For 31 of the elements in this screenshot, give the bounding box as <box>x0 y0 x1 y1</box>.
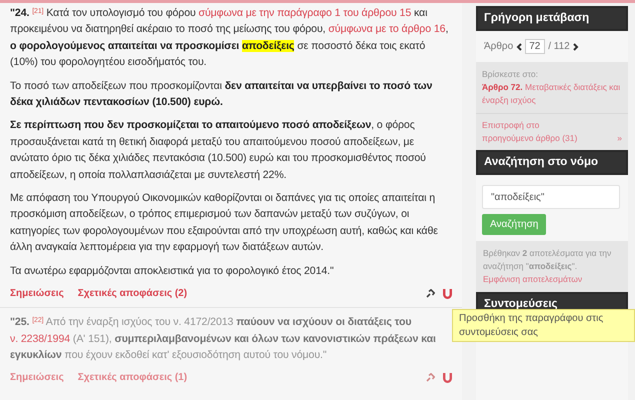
article-paragraph: "24. $^{[21]}$ Κατά τον υπολογισμό του φόρου σύμφωνα με την παράγραφο 1 του άρθρου 15 και προκειμένου να διατηρηθεί ακέραιο το ποσό της μείωσης του φόρου, σύμφωνα με το άρθρο 16, ο φορολογούμενος απαιτείται να προσκομίσει αποδείξεις σε ποσοστό δέκα τοις εκατό (10%) του φορολογητέου εισοδήματός του. <box>10 6 450 70</box>
tooltip: Προσθήκη της παραγράφου στις συντομεύσεις σας <box>452 309 635 342</box>
location-label: Βρίσκεστε στο: <box>482 68 540 81</box>
action-link[interactable]: Σημειώσεις <box>10 286 64 302</box>
footnote-link[interactable]: [21] <box>32 8 44 14</box>
law-link[interactable]: σύμφωνα με το άρθρο 16 <box>328 23 446 36</box>
section-header: Γρήγορη μετάβαση <box>476 6 628 31</box>
current-article-link[interactable]: Άρθρο 72. Μεταβατικές διατάξεις και έναρξη ισχύος <box>482 81 622 107</box>
article-paragraph: Σε περίπτωση που δεν προσκομίζεται το απαιτούμενο ποσό αποδείξεων, ο φόρος προσαυξάνεται κατά τη θετική διαφορά μεταξύ του απαιτούμενου ποσού αποδείξεων, με ανώτατο όριο τις δέκα χιλιάδες πεντακόσια (10.500) ευρώ και του προσκομισθέντος ποσού αποδείξεων, η οποία πολλαπλασιάζεται με συντελεστή 22%. <box>10 118 427 183</box>
article-paragraph: "25. $^{[22]}$ Από την έναρξη ισχύος του ν. 4172/2013 παύουν να ισχύουν οι διατάξεις του ν. 2238/1994 (Α' 151), συμπεριλαμβανομένων και όλων των κανονιστικών πράξεων και εγκυκλίων που έχουν εκδοθεί κατ' εξουσιοδότηση αυτού του νόμου." <box>10 315 437 363</box>
footnote-link[interactable]: [22] <box>32 316 44 324</box>
law-link[interactable]: σύμφωνα με την παράγραφο 1 του άρθρου 15 <box>198 7 412 19</box>
section-header: Αναζήτηση στο νόμο <box>476 150 628 175</box>
article-paragraph: Το ποσό των αποδείξεων που προσκομίζονται δεν απαιτείται να υπερβαίνει το ποσό των δέκα χιλιάδων πεντακοσίων (10.500) ευρώ. <box>10 78 434 110</box>
results-summary: Βρέθηκαν 2 αποτελέσματα για την αναζήτηση "αποδείξεις". <box>483 247 612 273</box>
law-link[interactable]: ν. 2238/1994 <box>10 332 70 344</box>
action-link[interactable]: Σημειώσεις <box>10 370 64 386</box>
article-paragraph: Τα ανωτέρω εφαρμόζονται αποκλειστικά για το φορολογικό έτος 2014." <box>10 264 335 279</box>
action-link[interactable]: Σχετικές αποφάσεις (2) <box>78 286 188 302</box>
magnet-icon[interactable] <box>443 372 452 383</box>
previous-article-link[interactable]: Επιστροφή στο προηγούμενο άρθρο (31) <box>482 119 592 145</box>
search-button[interactable]: Αναζήτηση <box>482 214 546 235</box>
search-field[interactable]: "αποδείξεις" <box>482 185 620 209</box>
magnet-icon[interactable] <box>443 288 452 299</box>
show-results-link[interactable]: Εμφάνιση αποτελεσμάτων <box>483 273 621 286</box>
action-link[interactable]: Σχετικές αποφάσεις (1) <box>78 370 188 386</box>
article-paragraph: Με απόφαση του Υπουργού Οικονομικών καθορίζονται οι δαπάνες για τις οποίες απαιτείται η προσκόμιση αποδείξεων, ο τρόπος επιμερισμού των δαπανών μεταξύ των συζύγων, οι κατηγορίες των φορολογουμένων που εξαιρούνται από την υποχρέωση αυτή, καθώς και κάθε άλλη αναγκαία λεπτομέρεια για την εφαρμογή των διατάξεων αυτών. <box>10 191 439 256</box>
back-arrow: » <box>617 132 622 145</box>
article-label: Άρθρο <box>484 40 514 54</box>
article-number-field[interactable]: 72 <box>525 39 546 54</box>
article-total: / 112 <box>548 40 570 54</box>
